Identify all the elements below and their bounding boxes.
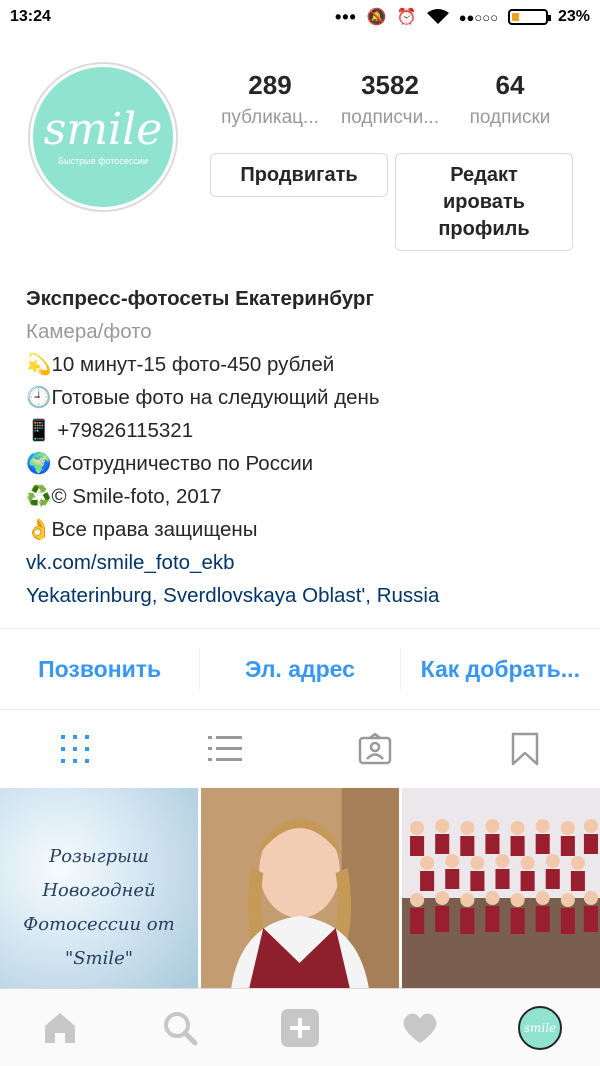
stat-posts-label: публикац... bbox=[221, 107, 319, 128]
avatar-logo: smile Быстрые фотосессии bbox=[33, 67, 173, 207]
stat-following[interactable]: 64 подписки bbox=[450, 70, 570, 129]
stat-followers-count: 3582 bbox=[361, 70, 419, 100]
home-icon bbox=[45, 1012, 75, 1043]
nav-profile[interactable]: smile bbox=[510, 998, 570, 1058]
call-button[interactable]: Позвонить bbox=[0, 656, 199, 683]
battery-icon bbox=[507, 9, 551, 25]
alarm-icon: ⏰ bbox=[396, 9, 417, 26]
contact-actions: Позвонить Эл. адрес Как добрать... bbox=[0, 628, 600, 710]
profile-name: Экспресс-фотосеты Екатеринбург bbox=[26, 287, 374, 310]
status-bar: 13:24 ••• 🔕 ⏰ ●●○○○ 23% bbox=[0, 0, 600, 34]
email-button[interactable]: Эл. адрес bbox=[200, 656, 399, 683]
bio-line: 💫10 минут-15 фото-450 рублей bbox=[26, 348, 586, 381]
more-dots-icon: ••• bbox=[334, 6, 357, 27]
tab-list[interactable] bbox=[195, 724, 255, 774]
profile-tabs bbox=[0, 712, 600, 786]
grid-icon bbox=[61, 735, 89, 763]
bio-line: ♻️© Smile-foto, 2017 bbox=[26, 480, 586, 513]
bio-line: 📱 +79826115321 bbox=[26, 414, 586, 447]
wifi-icon bbox=[426, 9, 449, 24]
nav-activity[interactable] bbox=[390, 998, 450, 1058]
girl-portrait-photo bbox=[201, 788, 399, 988]
stat-followers-label: подписчи... bbox=[340, 107, 440, 128]
post-thumbnail[interactable] bbox=[201, 788, 399, 988]
bio-line-text: Готовые фото на следующий день bbox=[51, 386, 380, 409]
bio-line-text: Сотрудничество по России bbox=[51, 452, 314, 475]
tagged-icon bbox=[358, 733, 392, 765]
ok-hand-emoji-icon: 👌 bbox=[26, 518, 52, 541]
stat-following-label: подписки bbox=[469, 107, 551, 128]
nav-home[interactable] bbox=[30, 998, 90, 1058]
stat-posts-count: 289 bbox=[248, 70, 292, 100]
bio-line-text: 10 минут-15 фото-450 рублей bbox=[51, 353, 335, 376]
promote-button[interactable]: Продвигать bbox=[210, 153, 388, 197]
bio-line-text: Все права защищены bbox=[51, 518, 258, 541]
class-group-photo bbox=[402, 788, 600, 988]
stat-followers[interactable]: 3582 подписчи... bbox=[330, 70, 450, 129]
bio-line: 👌Все права защищены bbox=[26, 513, 586, 546]
globe-emoji-icon: 🌍 bbox=[26, 452, 52, 475]
website-link[interactable]: vk.com/smile_foto_ekb bbox=[26, 546, 586, 579]
status-time: 13:24 bbox=[10, 8, 51, 25]
profile-bio: Экспресс-фотосеты Екатеринбург Камера/фо… bbox=[26, 282, 586, 612]
post-thumbnail[interactable] bbox=[402, 788, 600, 988]
search-icon bbox=[164, 1011, 198, 1045]
sparkle-emoji-icon: 💫 bbox=[26, 353, 52, 376]
battery-percent: 23% bbox=[557, 8, 590, 25]
stat-following-count: 64 bbox=[495, 70, 525, 100]
clock-emoji-icon: 🕘 bbox=[26, 386, 52, 409]
bio-line: 🕘Готовые фото на следующий день bbox=[26, 381, 586, 414]
avatar-logo-text: smile bbox=[43, 103, 163, 155]
recycle-emoji-icon: ♻️ bbox=[26, 485, 52, 508]
status-icons: ••• 🔕 ⏰ ●●○○○ 23% bbox=[335, 7, 590, 28]
bio-line-text: +79826115321 bbox=[51, 419, 194, 442]
stat-posts[interactable]: 289 публикац... bbox=[210, 70, 330, 129]
posts-grid: Розыгрыш Новогодней Фотосессии от "Smile… bbox=[0, 788, 600, 988]
phone-emoji-icon: 📱 bbox=[26, 419, 52, 442]
bookmark-icon bbox=[511, 732, 539, 766]
bio-line-text: © Smile-foto, 2017 bbox=[51, 485, 222, 508]
profile-avatar-icon: smile bbox=[518, 1005, 562, 1050]
post-thumbnail[interactable]: Розыгрыш Новогодней Фотосессии от "Smile… bbox=[0, 788, 198, 988]
tab-grid[interactable] bbox=[45, 724, 105, 774]
profile-avatar[interactable]: smile Быстрые фотосессии bbox=[28, 62, 178, 212]
directions-button[interactable]: Как добрать... bbox=[401, 656, 600, 683]
list-icon bbox=[208, 736, 242, 761]
nav-avatar-logo: smile bbox=[523, 1020, 557, 1035]
mute-icon: 🔕 bbox=[366, 9, 387, 26]
bottom-navigation: smile bbox=[0, 988, 600, 1066]
signal-icon: ●●○○○ bbox=[458, 9, 498, 25]
edit-profile-button[interactable]: Редакт ировать профиль bbox=[395, 153, 573, 251]
heart-icon bbox=[403, 1013, 437, 1043]
tab-saved[interactable] bbox=[495, 724, 555, 774]
location-link[interactable]: Yekaterinburg, Sverdlovskaya Oblast', Ru… bbox=[26, 579, 586, 612]
profile-category: Камера/фото bbox=[26, 320, 152, 343]
nav-search[interactable] bbox=[150, 998, 210, 1058]
nav-add-post[interactable] bbox=[270, 998, 330, 1058]
tab-tagged[interactable] bbox=[345, 724, 405, 774]
post-caption-overlay: Розыгрыш Новогодней Фотосессии от "Smile… bbox=[23, 846, 175, 969]
profile-stats: 289 публикац... 3582 подписчи... 64 подп… bbox=[210, 70, 570, 129]
bio-line: 🌍 Сотрудничество по России bbox=[26, 447, 586, 480]
add-post-icon bbox=[281, 1008, 319, 1047]
avatar-tagline: Быстрые фотосессии bbox=[58, 155, 148, 166]
